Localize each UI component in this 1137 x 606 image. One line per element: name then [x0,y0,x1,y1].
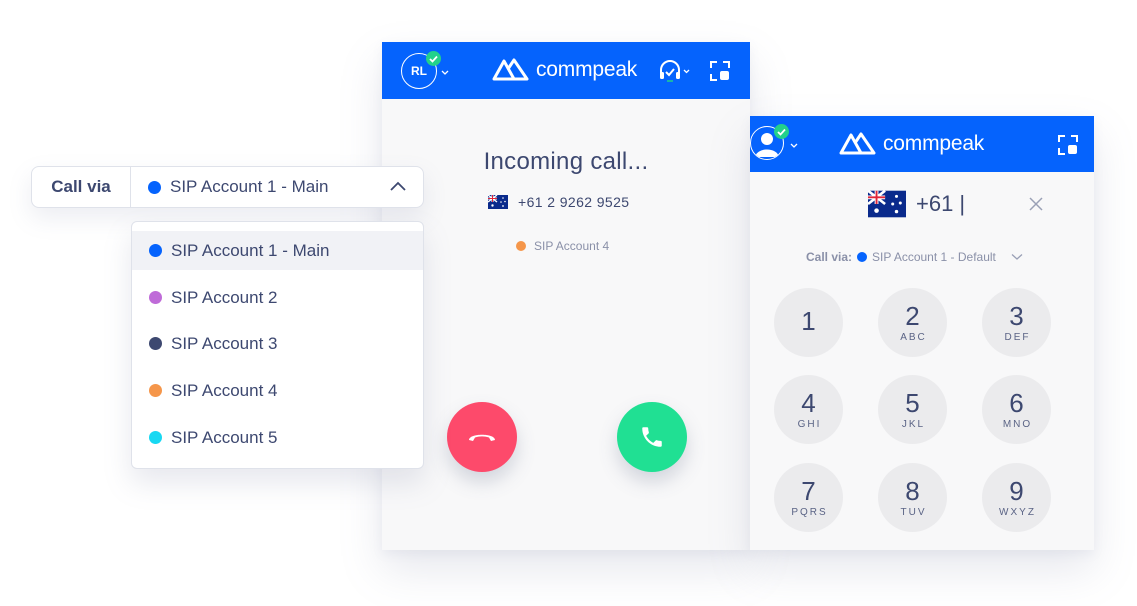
call-via-label: Call via: [806,250,853,264]
expand-button[interactable] [1057,134,1079,156]
key-3[interactable]: 3 DEF [982,288,1051,357]
expand-icon [1058,135,1078,155]
commpeak-logo: commpeak [492,57,637,83]
key-letters: MNO [1002,418,1033,430]
key-digit: 2 [905,300,920,331]
commpeak-logo: commpeak [839,131,984,157]
online-status-icon [426,51,441,66]
call-via-label: Call via [32,167,131,207]
key-2[interactable]: 2 ABC [878,288,947,357]
account-color-dot [149,384,162,397]
account-color-dot [516,241,526,251]
menu-item-label: SIP Account 3 [171,333,278,353]
caller-info: +61 2 9262 9525 [488,194,630,210]
chevron-up-icon[interactable] [389,180,407,192]
dialer-panel: commpeak +61 | Call via: SIP Account 1 -… [750,116,1094,550]
key-letters: JKL [901,418,926,430]
menu-item-sip-account-1[interactable]: SIP Account 1 - Main [132,231,423,270]
menu-item-label: SIP Account 5 [171,427,278,447]
key-letters: TUV [900,506,927,518]
call-via-selected: SIP Account 1 - Main [131,177,423,197]
menu-item-label: SIP Account 2 [171,287,278,307]
account-color-dot [149,337,162,350]
key-letters: WXYZ [999,506,1036,518]
menu-item-sip-account-2[interactable]: SIP Account 2 [132,278,423,317]
expand-button[interactable] [709,60,731,82]
key-8[interactable]: 8 TUV [878,463,947,532]
menu-item-label: SIP Account 1 - Main [171,240,330,260]
key-digit: 8 [905,475,920,506]
chevron-down-icon[interactable] [790,143,798,149]
account-color-dot [857,252,868,262]
account-color-dot [148,180,161,194]
key-letters: GHI [797,418,822,430]
incoming-call-panel: RL commpeak Incoming call... +61 2 9262 … [382,42,750,550]
account-color-dot [149,291,162,304]
key-5[interactable]: 5 JKL [878,375,947,444]
user-initials: RL [411,64,427,78]
clear-number-button[interactable] [1028,196,1044,217]
key-9[interactable]: 9 WXYZ [982,463,1051,532]
key-letters: PQRS [791,506,828,518]
online-status-icon [774,124,789,139]
key-7[interactable]: 7 PQRS [774,463,843,532]
incoming-account-label: SIP Account 4 [534,239,610,253]
decline-call-button[interactable] [447,402,517,472]
call-via-select[interactable]: Call via SIP Account 1 - Main [31,166,424,208]
account-color-dot [149,431,162,444]
dial-number-value: +61 | [916,191,966,216]
commpeak-logo-icon [839,132,876,155]
phone-icon [642,427,662,447]
call-via-dropdown-menu: SIP Account 1 - Main SIP Account 2 SIP A… [131,221,424,469]
key-digit: 6 [1009,387,1024,418]
key-digit: 5 [905,387,920,418]
key-letters: DEF [1004,331,1031,343]
chevron-down-icon [1011,254,1023,260]
key-4[interactable]: 4 GHI [774,375,843,444]
agent-status-button[interactable] [658,59,692,83]
dial-number-field[interactable]: +61 | [868,190,965,218]
accept-call-button[interactable] [617,402,687,472]
dialer-header-bar: commpeak [750,116,1094,172]
menu-item-sip-account-4[interactable]: SIP Account 4 [132,371,423,410]
key-1[interactable]: 1 [774,288,843,357]
australia-flag-icon [488,195,508,209]
key-digit: 4 [801,387,816,418]
key-digit: 1 [801,306,816,336]
incoming-call-title: Incoming call... [483,148,649,175]
headset-icon [660,60,690,82]
key-digit: 7 [801,475,816,506]
menu-item-sip-account-3[interactable]: SIP Account 3 [132,324,423,363]
australia-flag-icon[interactable] [868,190,906,218]
menu-item-sip-account-5[interactable]: SIP Account 5 [132,418,423,457]
key-digit: 3 [1009,300,1024,331]
call-via-selected-label: SIP Account 1 - Main [170,177,329,196]
key-digit: 9 [1009,475,1024,506]
key-letters: ABC [900,331,927,343]
key-6[interactable]: 6 MNO [982,375,1051,444]
menu-item-label: SIP Account 4 [171,380,278,400]
incoming-account: SIP Account 4 [516,239,609,253]
dialer-call-via-select[interactable]: Call via: SIP Account 1 - Default [806,250,1023,264]
chevron-down-icon[interactable] [441,70,449,76]
expand-icon [710,61,730,81]
caller-number: +61 2 9262 9525 [518,194,630,210]
account-color-dot [149,244,162,257]
call-via-value: SIP Account 1 - Default [872,250,996,264]
brand-name: commpeak [883,132,985,155]
brand-name: commpeak [536,58,638,81]
incoming-header-bar: RL commpeak [382,42,750,99]
commpeak-logo-icon [492,58,529,81]
hang-up-icon [469,434,495,441]
close-icon [1029,197,1043,211]
